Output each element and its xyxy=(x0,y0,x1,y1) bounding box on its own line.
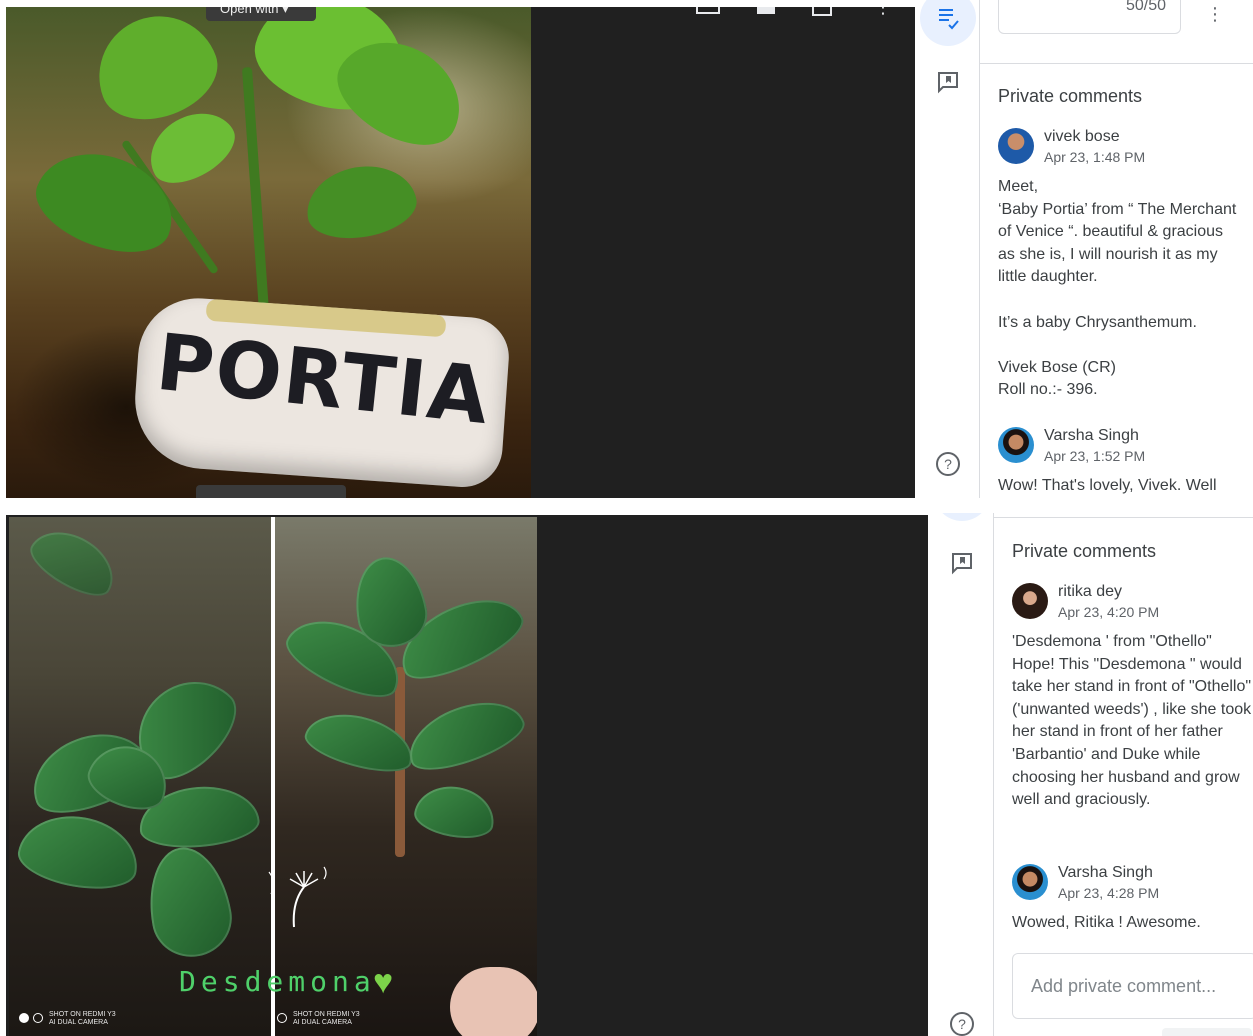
comment-time: Apr 23, 1:48 PM xyxy=(1044,149,1146,165)
portia-photo: PORTIA xyxy=(6,7,531,498)
watermark-dot xyxy=(277,1013,287,1023)
plant-leaf xyxy=(13,807,145,897)
plant-leaf xyxy=(22,517,126,607)
print-icon[interactable] xyxy=(754,7,778,17)
section-divider xyxy=(980,63,1253,64)
avatar xyxy=(1012,864,1048,900)
svg-text:?: ? xyxy=(958,1016,966,1032)
comment-time: Apr 23, 4:20 PM xyxy=(1058,604,1160,620)
comment-item: ritika dey Apr 23, 4:20 PM 'Desdemona ' … xyxy=(1012,583,1253,812)
comment-body: Wow! That's lovely, Vivek. Well xyxy=(998,477,1217,494)
private-comments-pane: Private comments ritika dey Apr 23, 4:20… xyxy=(994,513,1253,1036)
plant-leaf xyxy=(300,157,422,247)
assignment-panel-top: PORTIA Open with ▾ ⋮ ? 50/50 ⋮ Private c… xyxy=(0,0,1253,498)
help-button[interactable]: ? xyxy=(934,996,990,1036)
post-button[interactable] xyxy=(1162,1028,1252,1036)
finger xyxy=(450,967,537,1036)
dandelion-doodle xyxy=(268,866,327,928)
comment-author: Varsha Singh xyxy=(1058,864,1153,881)
private-comments-pane: 50/50 ⋮ Private comments vivek bose Apr … xyxy=(980,0,1253,498)
side-tool-column: ? xyxy=(914,0,980,498)
download-icon[interactable] xyxy=(810,7,834,17)
plant-leaf xyxy=(411,780,499,844)
comment-item: vivek bose Apr 23, 1:48 PM Meet, ‘Baby P… xyxy=(998,128,1253,402)
comment-time: Apr 23, 4:28 PM xyxy=(1058,885,1160,901)
heart-icon: ♥ xyxy=(373,963,394,1001)
rubric-icon xyxy=(939,9,959,30)
comment-item: Varsha Singh Apr 23, 4:28 PM Wowed, Riti… xyxy=(1012,864,1253,935)
comment-button[interactable] xyxy=(934,535,990,591)
help-icon: ? xyxy=(936,452,960,476)
help-button[interactable]: ? xyxy=(920,436,976,492)
desdemona-photo: SHOT ON REDMI Y3 AI DUAL CAMERA SHOT ON … xyxy=(9,517,537,1036)
help-icon: ? xyxy=(950,1012,974,1036)
add-private-comment-input[interactable] xyxy=(1031,976,1246,997)
watermark-text: SHOT ON REDMI Y3 AI DUAL CAMERA xyxy=(293,1011,360,1026)
svg-text:?: ? xyxy=(944,456,952,472)
comment-viewer-icon[interactable] xyxy=(696,7,720,17)
watermark-dot xyxy=(33,1013,43,1023)
comment-author: Varsha Singh xyxy=(1044,427,1139,444)
avatar xyxy=(998,427,1034,463)
more-options-icon[interactable]: ⋮ xyxy=(874,7,892,18)
plant-leaf xyxy=(140,840,238,964)
plant-leaf xyxy=(399,688,531,781)
comment-time: Apr 23, 1:52 PM xyxy=(1044,448,1146,464)
assignment-panel-bottom: SHOT ON REDMI Y3 AI DUAL CAMERA SHOT ON … xyxy=(0,513,1253,1036)
grade-value: 50/50 xyxy=(1125,0,1166,14)
comment-icon xyxy=(938,72,958,94)
comment-body: Wowed, Ritika ! Awesome. xyxy=(1012,914,1201,931)
watermark-dot xyxy=(19,1013,29,1023)
plant-stem xyxy=(241,66,271,328)
private-comments-title: Private comments xyxy=(998,86,1143,106)
watermark-text: SHOT ON REDMI Y3 AI DUAL CAMERA xyxy=(49,1011,116,1026)
rubric-button[interactable] xyxy=(934,513,990,521)
grade-field[interactable]: 50/50 xyxy=(998,0,1181,34)
photo-right-half: SHOT ON REDMI Y3 AI DUAL CAMERA xyxy=(275,517,537,1036)
file-viewer: SHOT ON REDMI Y3 AI DUAL CAMERA SHOT ON … xyxy=(6,515,928,1036)
photo-caption: Desdemona xyxy=(179,965,376,998)
zoom-controls[interactable] xyxy=(196,485,346,498)
rubric-button[interactable] xyxy=(920,0,976,46)
comment-body: Meet, ‘Baby Portia’ from “ The Merchant … xyxy=(998,178,1237,399)
photo-left-half: SHOT ON REDMI Y3 AI DUAL CAMERA xyxy=(9,517,271,1036)
comment-author: vivek bose xyxy=(1044,128,1120,145)
comment-author: ritika dey xyxy=(1058,583,1123,600)
side-tool-column: ? xyxy=(928,513,994,1036)
avatar xyxy=(1012,583,1048,619)
section-divider xyxy=(994,517,1253,518)
comment-icon xyxy=(952,553,972,575)
comment-body: 'Desdemona ' from "Othello" Hope! This "… xyxy=(1012,633,1252,809)
open-with-button[interactable]: Open with ▾ xyxy=(206,7,316,21)
comment-item: Varsha Singh Apr 23, 1:52 PM Wow! That's… xyxy=(998,427,1253,498)
avatar xyxy=(998,128,1034,164)
private-comments-title: Private comments xyxy=(1012,541,1157,561)
comment-button[interactable] xyxy=(920,54,976,110)
add-private-comment-box[interactable] xyxy=(1012,953,1253,1019)
grade-more-icon[interactable]: ⋮ xyxy=(1206,4,1224,25)
file-viewer: PORTIA Open with ▾ ⋮ xyxy=(6,7,915,498)
